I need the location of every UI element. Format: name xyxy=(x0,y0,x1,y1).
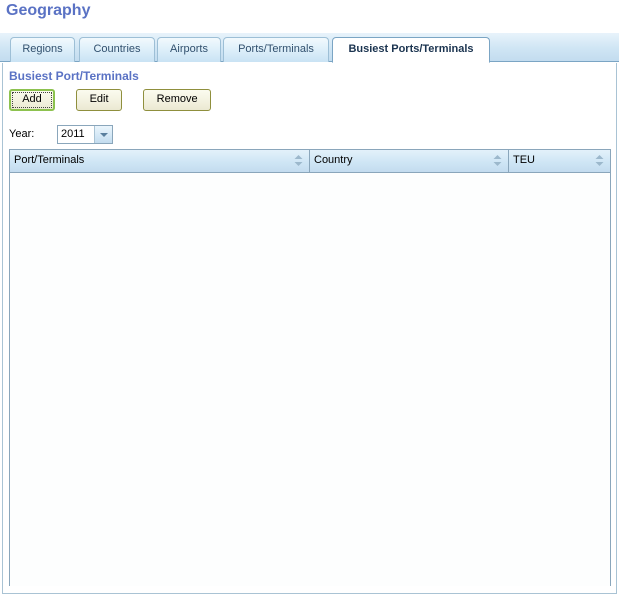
tab-label: Countries xyxy=(93,43,141,55)
caret-shape xyxy=(100,133,108,137)
column-header-teu[interactable]: TEU xyxy=(509,150,610,172)
tab-countries[interactable]: Countries xyxy=(79,37,155,62)
sort-updown-icon[interactable] xyxy=(492,154,503,167)
add-button-label: Add xyxy=(22,93,42,105)
add-button[interactable]: Add xyxy=(9,89,55,111)
section-title: Busiest Port/Terminals xyxy=(9,69,139,83)
tab-label: Busiest Ports/Terminals xyxy=(348,43,474,55)
grid-body[interactable] xyxy=(10,173,610,586)
column-header-label: TEU xyxy=(513,154,535,166)
content-panel: Busiest Port/Terminals Add Edit Remove Y… xyxy=(2,63,617,594)
column-header-label: Country xyxy=(314,154,353,166)
tab-label: Airports xyxy=(170,43,208,55)
tab-label: Regions xyxy=(22,43,63,55)
tab-regions[interactable]: Regions xyxy=(10,37,75,62)
grid-header-row: Port/Terminals Country TEU xyxy=(10,150,610,173)
sort-updown-icon[interactable] xyxy=(293,154,304,167)
page-title: Geography xyxy=(6,2,91,19)
toolbar: Add Edit Remove xyxy=(9,89,212,111)
year-select[interactable]: 2011 xyxy=(57,125,113,144)
tab-strip: Regions Countries Airports Ports/Termina… xyxy=(0,33,619,63)
edit-button[interactable]: Edit xyxy=(76,89,123,111)
column-header-label: Port/Terminals xyxy=(14,154,85,166)
remove-button[interactable]: Remove xyxy=(143,89,212,111)
column-header-country[interactable]: Country xyxy=(310,150,509,172)
tab-ports-terminals[interactable]: Ports/Terminals xyxy=(223,37,329,62)
year-select-value: 2011 xyxy=(61,128,85,140)
remove-button-label: Remove xyxy=(156,93,198,105)
column-header-port-terminals[interactable]: Port/Terminals xyxy=(10,150,310,172)
tab-busiest-ports-terminals[interactable]: Busiest Ports/Terminals xyxy=(332,37,490,63)
chevron-down-icon[interactable] xyxy=(94,126,112,143)
sort-updown-icon[interactable] xyxy=(594,154,605,167)
data-grid: Port/Terminals Country TEU xyxy=(9,149,611,586)
year-label: Year: xyxy=(9,128,35,140)
tab-airports[interactable]: Airports xyxy=(157,37,221,62)
tab-label: Ports/Terminals xyxy=(238,43,314,55)
edit-button-label: Edit xyxy=(89,93,109,105)
